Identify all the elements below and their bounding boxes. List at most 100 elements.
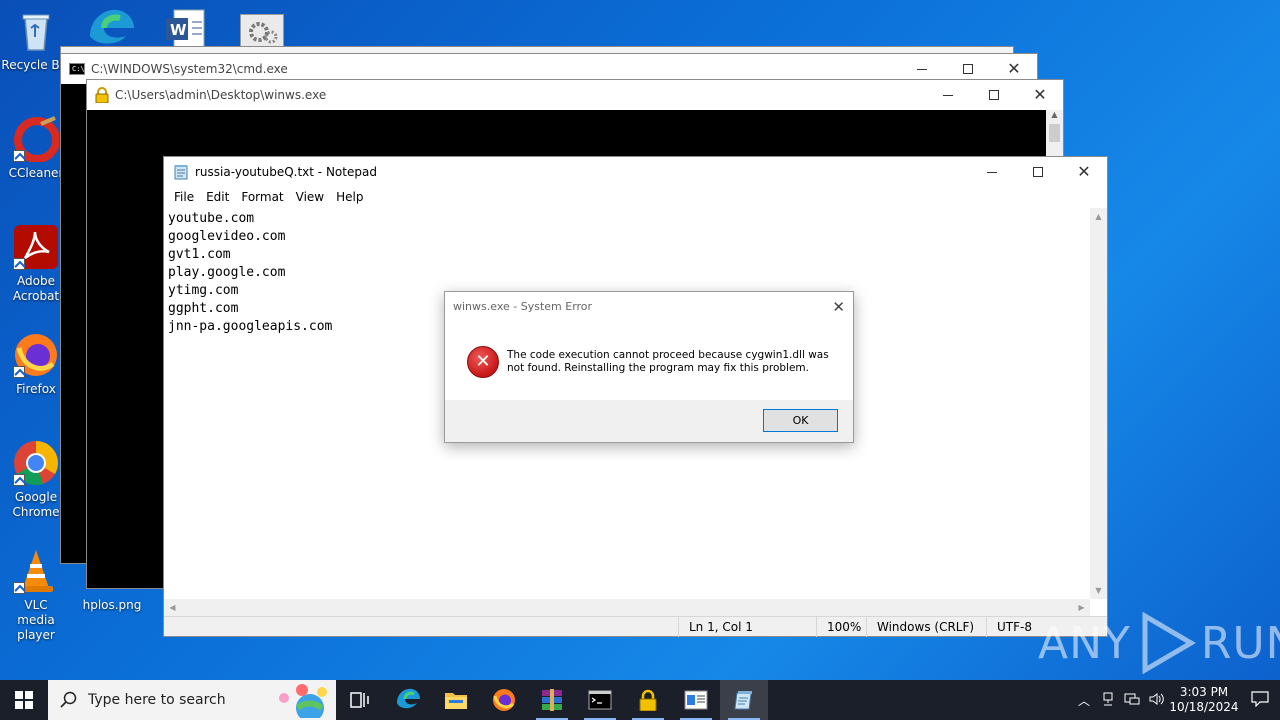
notepad-icon [734,691,752,710]
notepad-statusbar: Ln 1, Col 1 100% Windows (CRLF) UTF-8 [164,616,1107,637]
notepad-icon [173,164,189,180]
menu-file[interactable]: File [168,190,200,204]
desktop-icon-label: VLC media player [17,598,55,642]
menu-help[interactable]: Help [330,190,369,204]
clock-time: 3:03 PM [1179,685,1229,699]
shortcut-arrow-icon [13,150,25,162]
task-view-button[interactable] [336,680,384,720]
taskbar: Type here to search ︿ 3:03 PM 10/18/2024 [0,680,1280,720]
desktop-icon-label: hplos.png [82,598,142,612]
edge-icon [397,688,420,709]
status-line-ending: Windows (CRLF) [866,617,988,637]
window-app-icon [684,690,708,710]
show-hidden-icons-chevron-icon[interactable]: ︿ [1072,692,1096,709]
notepad-title: russia-youtubeQ.txt - Notepad [195,165,377,179]
chrome-icon [13,440,59,486]
menu-view[interactable]: View [290,190,330,204]
notepad-menubar: File Edit Format View Help [164,187,1107,207]
close-button[interactable]: ✕ [1061,157,1107,187]
taskbar-firefox[interactable] [480,680,528,720]
scroll-up-arrow-icon[interactable]: ▲ [1090,208,1107,225]
taskbar-clock[interactable]: 3:03 PM 10/18/2024 [1168,685,1240,715]
notepad-titlebar[interactable]: russia-youtubeQ.txt - Notepad ✕ [164,157,1107,187]
settings-desktop-icon[interactable] [240,14,284,48]
word-desktop-icon[interactable]: W [164,8,206,49]
lock-icon [639,689,657,711]
vertical-scrollbar[interactable]: ▲ ▼ [1090,208,1107,599]
minimize-icon [943,94,953,96]
system-error-dialog[interactable]: winws.exe - System Error ✕ ✕ The code ex… [444,291,854,443]
search-placeholder: Type here to search [88,692,226,708]
dialog-title: winws.exe - System Error [453,300,593,313]
taskbar-search-box[interactable]: Type here to search [48,680,336,720]
status-zoom: 100% [816,617,868,637]
lock-icon [95,87,109,103]
text-line: play.google.com [168,265,286,280]
desktop-icon-label: Google Chrome [12,490,60,519]
shortcut-arrow-icon [13,474,25,486]
maximize-icon [989,90,999,100]
menu-format[interactable]: Format [235,190,289,204]
error-icon: ✕ [467,346,499,378]
text-line: youtube.com [168,211,255,226]
dialog-close-icon[interactable]: ✕ [832,298,845,316]
winws-title: C:\Users\admin\Desktop\winws.exe [115,88,327,102]
taskbar-file-explorer[interactable] [432,680,480,720]
volume-icon[interactable] [1144,691,1168,710]
winrar-icon [542,689,562,711]
search-icon [60,691,77,708]
task-view-icon [350,692,369,708]
shortcut-arrow-icon [13,582,25,594]
scroll-down-arrow-icon[interactable]: ▼ [1090,582,1107,599]
clock-date: 10/18/2024 [1169,700,1239,714]
start-button[interactable] [0,680,48,720]
scroll-up-arrow-icon[interactable]: ▲ [1046,110,1063,124]
winws-titlebar[interactable]: C:\Users\admin\Desktop\winws.exe ✕ [87,80,1063,110]
firefox-icon [13,332,59,378]
taskbar-notepad[interactable] [720,680,768,720]
folder-icon [445,693,467,709]
menu-edit[interactable]: Edit [200,190,235,204]
taskbar-winws[interactable] [624,680,672,720]
firefox-icon [493,689,515,711]
ethernet-icon[interactable] [1120,691,1144,710]
maximize-button[interactable] [1015,157,1061,187]
search-highlight-icon [279,684,327,718]
taskbar-edge[interactable] [384,680,432,720]
minimize-icon [917,68,927,70]
notification-center-icon[interactable] [1240,690,1280,710]
close-button[interactable]: ✕ [1017,80,1063,110]
ok-button[interactable]: OK [763,409,838,432]
shortcut-arrow-icon [13,258,25,270]
close-icon: ✕ [1007,59,1021,78]
taskbar-cmd[interactable] [576,680,624,720]
text-line: googlevideo.com [168,229,286,244]
desktop-icon-label: Adobe Acrobat [12,274,60,303]
text-line: gvt1.com [168,247,231,262]
windows-logo-icon [15,691,33,709]
maximize-icon [1033,167,1043,177]
close-icon: ✕ [1033,85,1047,104]
status-position: Ln 1, Col 1 [678,617,818,637]
scroll-thumb[interactable] [1049,124,1060,142]
shortcut-arrow-icon [13,366,25,378]
minimize-button[interactable] [925,80,971,110]
network-status-icon[interactable] [1096,691,1120,710]
watermark-right: RUN [1200,617,1280,669]
dialog-message: The code execution cannot proceed becaus… [507,349,829,374]
adobe-acrobat-icon [13,224,59,270]
scroll-left-arrow-icon[interactable]: ◀ [164,599,181,616]
minimize-button[interactable] [969,157,1015,187]
edge-desktop-icon[interactable] [86,6,136,48]
taskbar-winrar[interactable] [528,680,576,720]
maximize-button[interactable] [971,80,1017,110]
vlc-cone-icon [13,548,59,594]
play-triangle-icon [1142,612,1196,674]
taskbar-system-info[interactable] [672,680,720,720]
maximize-icon [963,64,973,74]
desktop-icon-hplos[interactable]: hplos.png [76,598,148,618]
terminal-icon [588,690,612,710]
console-scrollbar[interactable]: ▲ [1046,110,1063,158]
horizontal-scrollbar[interactable]: ◀ ▶ [164,599,1090,616]
cmd-title: C:\WINDOWS\system32\cmd.exe [91,62,288,76]
